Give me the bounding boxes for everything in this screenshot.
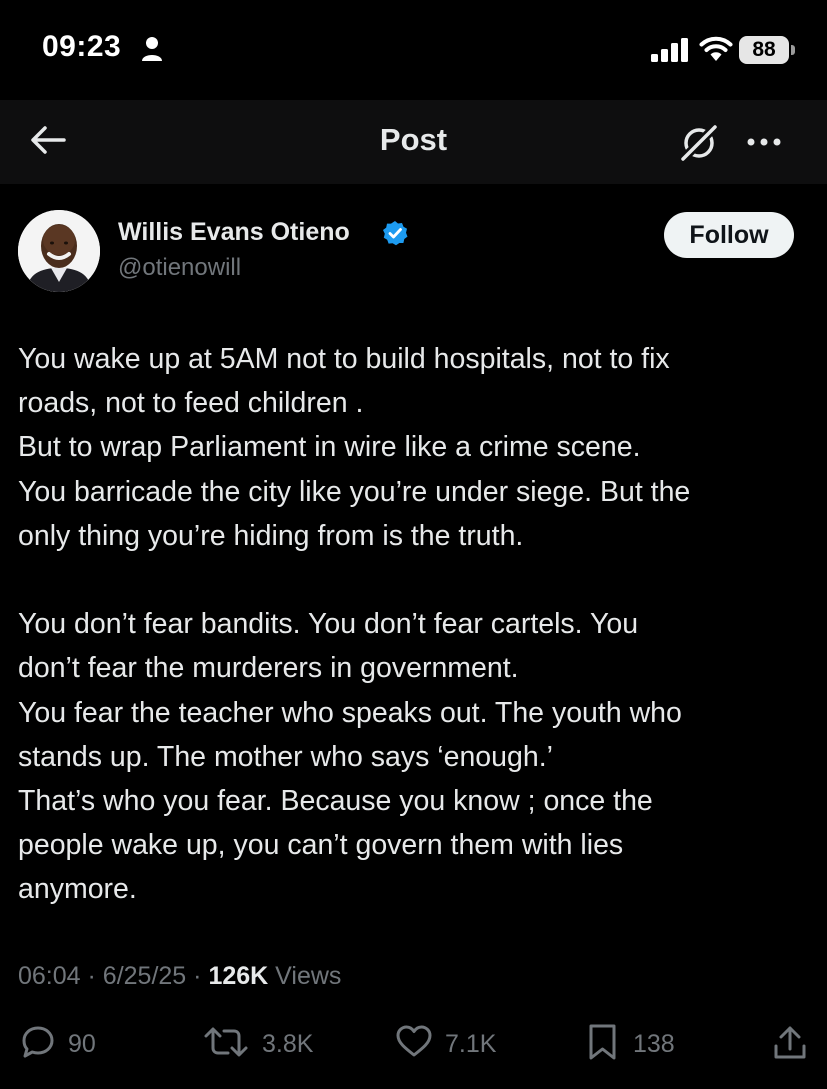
repost-button[interactable]: 3.8K — [202, 1024, 313, 1064]
follow-button[interactable]: Follow — [664, 212, 794, 258]
status-bar: 09:23 88 — [0, 0, 827, 100]
views-label: Views — [275, 962, 342, 990]
post-text-line: stands up. The mother who says ‘enough.’ — [18, 740, 553, 773]
meta-separator: · — [193, 962, 209, 990]
post-text-line: You wake up at 5AM not to build hospital… — [18, 343, 670, 375]
like-button[interactable]: 7.1K — [395, 1024, 496, 1064]
post-time: 06:04 — [18, 962, 81, 990]
post-text-line: You barricade the city like you’re under… — [18, 475, 691, 508]
post-text-line: You don’t fear bandits. You don’t fear c… — [18, 608, 639, 641]
post-text-line: You fear the teacher who speaks out. The… — [18, 696, 682, 729]
author-name[interactable]: Willis Evans Otieno — [118, 218, 350, 247]
post-meta: 06:04 · 6/25/25 · 126K Views — [18, 962, 341, 991]
grok-icon[interactable] — [678, 122, 720, 169]
more-options-icon[interactable] — [745, 124, 785, 165]
views-count[interactable]: 126K — [208, 962, 268, 990]
meta-separator: · — [87, 962, 103, 990]
battery-indicator: 88 — [739, 36, 789, 64]
post-text: You wake up at 5AM not to build hospital… — [18, 337, 808, 911]
repost-count: 3.8K — [262, 1029, 314, 1058]
reply-button[interactable]: 90 — [20, 1024, 96, 1064]
back-arrow-icon[interactable] — [28, 122, 68, 163]
bookmark-count: 138 — [633, 1029, 675, 1058]
post-text-line: anymore. — [18, 873, 137, 906]
nav-bar: Post — [0, 100, 827, 184]
post-text-line: But to wrap Parliament in wire like a cr… — [18, 431, 641, 464]
repost-icon — [202, 1024, 250, 1065]
person-icon — [141, 36, 163, 67]
wifi-icon — [699, 36, 733, 67]
status-time: 09:23 — [42, 30, 122, 63]
post-text-line — [18, 558, 808, 602]
like-count: 7.1K — [445, 1029, 497, 1058]
bookmark-icon — [585, 1023, 621, 1066]
post-date: 6/25/25 — [102, 962, 187, 990]
reply-icon — [20, 1024, 56, 1065]
author-handle[interactable]: @otienowill — [118, 254, 241, 282]
post-text-line: That’s who you fear. Because you know ; … — [18, 784, 653, 817]
avatar[interactable] — [18, 210, 100, 292]
reply-count: 90 — [68, 1029, 96, 1058]
share-icon[interactable] — [772, 1024, 808, 1067]
post-text-line: only thing you’re hiding from is the tru… — [18, 519, 524, 552]
heart-icon — [395, 1024, 433, 1065]
post-text-line: roads, not to feed children . — [18, 387, 364, 420]
bookmark-button[interactable]: 138 — [585, 1024, 675, 1064]
post-text-line: don’t fear the murderers in government. — [18, 652, 519, 685]
verified-badge-icon — [382, 220, 408, 251]
cellular-signal-icon — [651, 38, 689, 67]
battery-tip — [791, 45, 795, 55]
post-text-line: people wake up, you can’t govern them wi… — [18, 829, 624, 862]
